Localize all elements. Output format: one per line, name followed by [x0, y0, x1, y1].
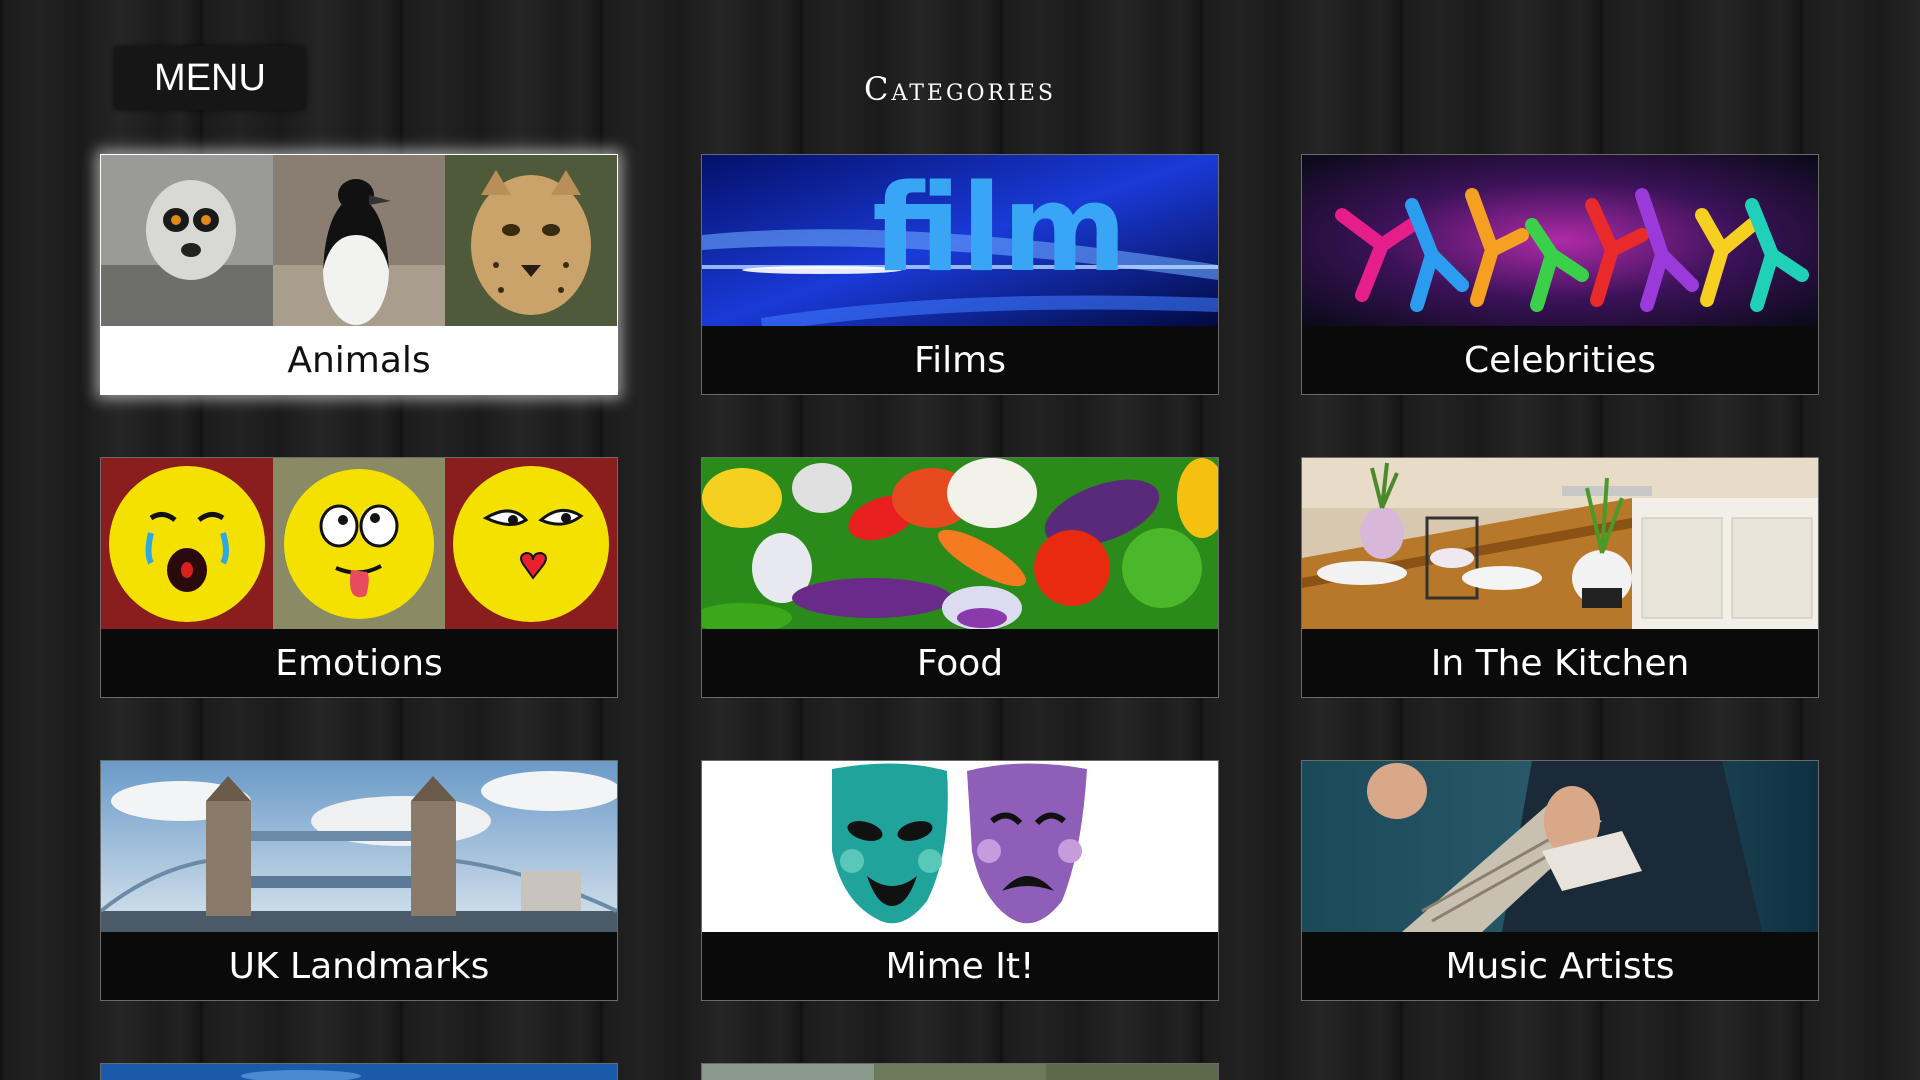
- category-card-mime-it[interactable]: Mime It!: [701, 760, 1219, 1001]
- partial-thumbnail: [101, 1064, 617, 1080]
- food-thumbnail: [702, 458, 1218, 629]
- category-grid: Animals film Films Celebrities Emotions …: [0, 0, 1920, 1080]
- celebrities-thumbnail: [1302, 155, 1818, 326]
- category-card-in-the-kitchen[interactable]: In The Kitchen: [1301, 457, 1819, 698]
- category-label: Emotions: [101, 629, 617, 697]
- partial-thumbnail: [702, 1064, 1218, 1080]
- category-label: Animals: [101, 326, 617, 394]
- kitchen-thumbnail: [1302, 458, 1818, 629]
- category-card-emotions[interactable]: Emotions: [100, 457, 618, 698]
- category-card-animals[interactable]: Animals: [100, 154, 618, 395]
- emotions-thumbnail: [101, 458, 617, 629]
- category-card-uk-landmarks[interactable]: UK Landmarks: [100, 760, 618, 1001]
- category-card-partial[interactable]: [100, 1063, 618, 1080]
- category-label: Celebrities: [1302, 326, 1818, 394]
- category-card-celebrities[interactable]: Celebrities: [1301, 154, 1819, 395]
- category-card-food[interactable]: Food: [701, 457, 1219, 698]
- animals-thumbnail: [101, 155, 617, 326]
- category-label: Films: [702, 326, 1218, 394]
- category-label: Music Artists: [1302, 932, 1818, 1000]
- mime-it-thumbnail: [702, 761, 1218, 932]
- category-card-music-artists[interactable]: Music Artists: [1301, 760, 1819, 1001]
- films-thumbnail-text: film: [872, 160, 1127, 299]
- category-label: Food: [702, 629, 1218, 697]
- uk-landmarks-thumbnail: [101, 761, 617, 932]
- category-label: UK Landmarks: [101, 932, 617, 1000]
- category-card-films[interactable]: film Films: [701, 154, 1219, 395]
- films-thumbnail: film: [702, 155, 1218, 326]
- music-artists-thumbnail: [1302, 761, 1818, 932]
- category-card-partial[interactable]: [701, 1063, 1219, 1080]
- category-label: In The Kitchen: [1302, 629, 1818, 697]
- category-label: Mime It!: [702, 932, 1218, 1000]
